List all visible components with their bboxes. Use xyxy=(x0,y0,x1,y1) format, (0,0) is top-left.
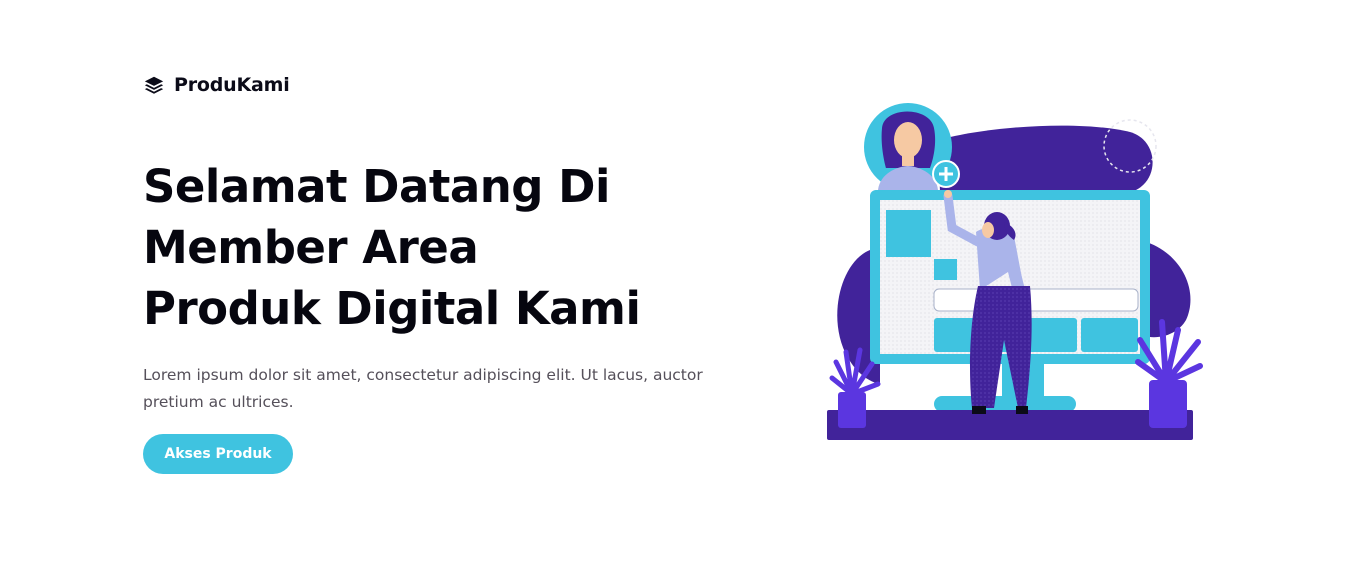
title-line: Produk Digital Kami xyxy=(143,282,641,335)
layers-icon xyxy=(144,76,164,94)
background-blob xyxy=(938,125,1153,192)
title-line: Member Area xyxy=(143,221,479,274)
title-line: Selamat Datang Di xyxy=(143,160,610,213)
base-platform xyxy=(827,410,1193,440)
landing-page: ProduKami Selamat Datang Di Member Area … xyxy=(0,0,1346,578)
akses-produk-button[interactable]: Akses Produk xyxy=(143,434,293,474)
brand-logo[interactable]: ProduKami xyxy=(143,74,290,96)
hero-description: Lorem ipsum dolor sit amet, consectetur … xyxy=(143,366,703,411)
page-title: Selamat Datang Di Member Area Produk Dig… xyxy=(143,156,641,339)
member-area-illustration xyxy=(827,103,1203,440)
brand-name: ProduKami xyxy=(174,74,290,96)
